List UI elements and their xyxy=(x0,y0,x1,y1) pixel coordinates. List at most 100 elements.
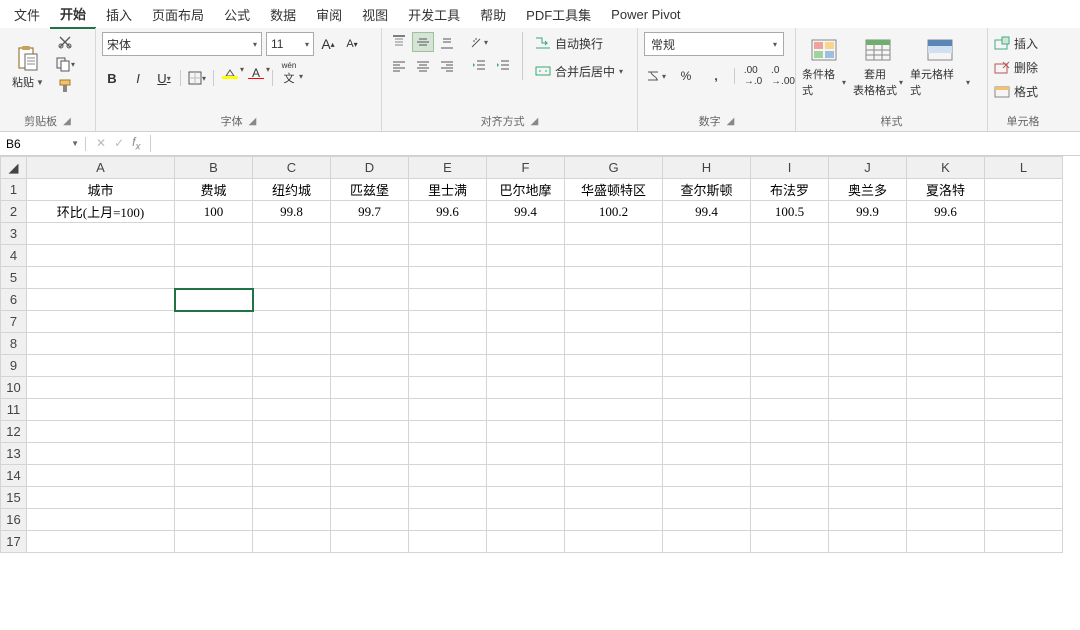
font-name-select[interactable]: 宋体▾ xyxy=(102,32,262,56)
row-header-3[interactable]: 3 xyxy=(1,223,27,245)
cell[interactable] xyxy=(829,333,907,355)
col-header-A[interactable]: A xyxy=(27,157,175,179)
cell[interactable] xyxy=(175,531,253,553)
name-box-input[interactable] xyxy=(6,137,67,151)
cell-I2[interactable]: 100.5 xyxy=(751,201,829,223)
cell[interactable] xyxy=(175,465,253,487)
menu-data[interactable]: 数据 xyxy=(260,1,306,28)
row-header-4[interactable]: 4 xyxy=(1,245,27,267)
cell[interactable] xyxy=(253,531,331,553)
cell[interactable] xyxy=(907,333,985,355)
menu-page-layout[interactable]: 页面布局 xyxy=(142,1,214,28)
cell[interactable] xyxy=(751,509,829,531)
cell-D1[interactable]: 匹兹堡 xyxy=(331,179,409,201)
cell[interactable] xyxy=(409,465,487,487)
delete-cells-button[interactable]: 删除 xyxy=(994,56,1038,78)
cell[interactable] xyxy=(331,333,409,355)
cell[interactable] xyxy=(27,355,175,377)
cell[interactable] xyxy=(751,355,829,377)
cell[interactable] xyxy=(565,289,663,311)
row-header-15[interactable]: 15 xyxy=(1,487,27,509)
cell[interactable] xyxy=(907,223,985,245)
cell[interactable] xyxy=(565,333,663,355)
currency-button[interactable]: ▾ xyxy=(644,66,668,86)
cell[interactable] xyxy=(487,333,565,355)
cell[interactable] xyxy=(663,355,751,377)
cell[interactable] xyxy=(253,465,331,487)
cell[interactable] xyxy=(175,487,253,509)
cell[interactable] xyxy=(487,355,565,377)
cancel-formula-button[interactable]: ✕ xyxy=(96,136,106,150)
cell[interactable] xyxy=(175,355,253,377)
cell[interactable] xyxy=(331,531,409,553)
cell[interactable] xyxy=(985,465,1063,487)
cell[interactable] xyxy=(175,245,253,267)
cell[interactable] xyxy=(985,311,1063,333)
dialog-launcher-icon[interactable]: ◢ xyxy=(249,116,257,127)
cell[interactable] xyxy=(253,245,331,267)
cell[interactable] xyxy=(829,399,907,421)
cell[interactable] xyxy=(175,333,253,355)
cell[interactable] xyxy=(751,443,829,465)
cell[interactable] xyxy=(409,421,487,443)
cell-G1[interactable]: 华盛顿特区 xyxy=(565,179,663,201)
cell[interactable] xyxy=(331,465,409,487)
cell[interactable] xyxy=(907,531,985,553)
cell-D2[interactable]: 99.7 xyxy=(331,201,409,223)
cell[interactable] xyxy=(175,509,253,531)
menu-developer[interactable]: 开发工具 xyxy=(398,1,470,28)
cell[interactable] xyxy=(27,421,175,443)
cell[interactable] xyxy=(253,223,331,245)
cell[interactable] xyxy=(487,421,565,443)
cell[interactable] xyxy=(663,377,751,399)
cell[interactable] xyxy=(487,267,565,289)
col-header-G[interactable]: G xyxy=(565,157,663,179)
cell[interactable] xyxy=(985,399,1063,421)
cell[interactable] xyxy=(565,531,663,553)
cell[interactable] xyxy=(253,289,331,311)
percent-button[interactable]: % xyxy=(674,66,698,86)
cell[interactable] xyxy=(565,421,663,443)
cell[interactable] xyxy=(751,531,829,553)
col-header-B[interactable]: B xyxy=(175,157,253,179)
cell[interactable] xyxy=(331,399,409,421)
cell[interactable] xyxy=(751,377,829,399)
cell[interactable] xyxy=(175,223,253,245)
cell[interactable] xyxy=(409,289,487,311)
cell[interactable] xyxy=(985,377,1063,399)
cell[interactable] xyxy=(663,421,751,443)
menu-help[interactable]: 帮助 xyxy=(470,1,516,28)
spreadsheet-grid[interactable]: ◢ A B C D E F G H I J K L 1 城市 费城 纽约城 匹兹… xyxy=(0,156,1080,553)
cell[interactable] xyxy=(331,509,409,531)
cell[interactable] xyxy=(829,509,907,531)
cell-B2[interactable]: 100 xyxy=(175,201,253,223)
row-header-13[interactable]: 13 xyxy=(1,443,27,465)
cell[interactable] xyxy=(985,443,1063,465)
cell[interactable] xyxy=(409,355,487,377)
wrap-text-button[interactable]: 自动换行 xyxy=(531,32,627,54)
row-header-9[interactable]: 9 xyxy=(1,355,27,377)
align-bottom-button[interactable] xyxy=(436,32,458,52)
row-header-5[interactable]: 5 xyxy=(1,267,27,289)
cell[interactable] xyxy=(253,333,331,355)
cell-H1[interactable]: 查尔斯顿 xyxy=(663,179,751,201)
cell[interactable] xyxy=(907,311,985,333)
cell[interactable] xyxy=(253,267,331,289)
cell[interactable] xyxy=(409,377,487,399)
cell[interactable] xyxy=(565,487,663,509)
format-cells-button[interactable]: 格式 xyxy=(994,80,1038,102)
cell[interactable] xyxy=(27,245,175,267)
align-right-button[interactable] xyxy=(436,56,458,76)
menu-view[interactable]: 视图 xyxy=(352,1,398,28)
cell[interactable] xyxy=(27,399,175,421)
cell[interactable] xyxy=(253,421,331,443)
cell[interactable] xyxy=(175,399,253,421)
cell[interactable] xyxy=(985,245,1063,267)
cell[interactable] xyxy=(751,487,829,509)
cell[interactable] xyxy=(751,245,829,267)
cell[interactable] xyxy=(829,311,907,333)
cell[interactable] xyxy=(27,443,175,465)
format-painter-button[interactable] xyxy=(54,76,76,96)
dialog-launcher-icon[interactable]: ◢ xyxy=(727,116,735,127)
row-header-10[interactable]: 10 xyxy=(1,377,27,399)
